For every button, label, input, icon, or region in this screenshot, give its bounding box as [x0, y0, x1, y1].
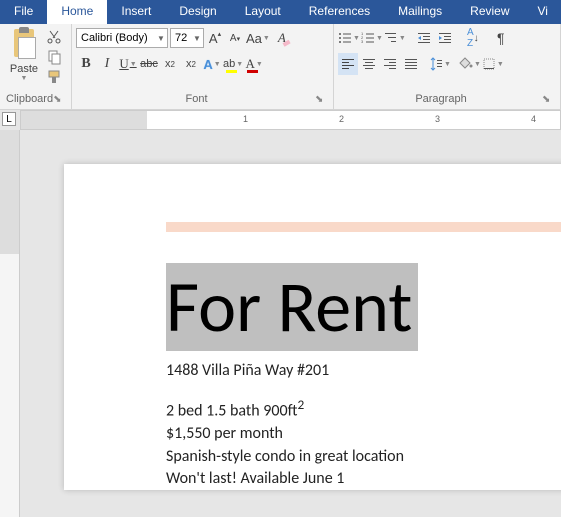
font-group-label: Font: [78, 92, 315, 107]
bold-button[interactable]: B: [76, 53, 96, 75]
tab-design[interactable]: Design: [165, 0, 230, 24]
subscript-button[interactable]: x2: [160, 53, 180, 75]
paragraph-group-label: Paragraph: [340, 92, 542, 107]
ribbon: Paste ▼ Clipboard ⬊ ▼ ▼: [0, 24, 561, 110]
sort-button[interactable]: AZ↓: [463, 27, 483, 49]
group-paragraph: ▼ 123▼ ▼ AZ↓ ¶ ▼ ▼ ▼: [334, 24, 561, 109]
line-spacing-button[interactable]: ▼: [429, 53, 451, 75]
ribbon-tabs: File Home Insert Design Layout Reference…: [0, 0, 561, 24]
tab-file[interactable]: File: [0, 0, 47, 24]
align-right-button[interactable]: [380, 53, 400, 75]
tab-review[interactable]: Review: [456, 0, 523, 24]
grow-font-button[interactable]: A▴: [206, 28, 224, 48]
headline-text[interactable]: For Rent: [166, 263, 418, 351]
chevron-down-icon[interactable]: ▼: [191, 34, 203, 43]
multilevel-list-button[interactable]: ▼: [384, 27, 406, 49]
accent-bar: [166, 222, 561, 232]
ruler-num: 1: [243, 114, 248, 124]
shrink-font-button[interactable]: A▾: [226, 28, 244, 48]
borders-button[interactable]: ▼: [482, 53, 504, 75]
desc-line[interactable]: Spanish-style condo in great location: [166, 446, 561, 468]
paste-button[interactable]: Paste ▼: [4, 27, 44, 82]
specs-sup: 2: [297, 396, 304, 413]
tab-view[interactable]: Vi: [524, 0, 561, 24]
font-launcher[interactable]: ⬊: [315, 94, 327, 106]
ruler-num: 4: [531, 114, 536, 124]
chevron-down-icon[interactable]: ▼: [155, 34, 167, 43]
justify-button[interactable]: [401, 53, 421, 75]
italic-button[interactable]: I: [97, 53, 117, 75]
superscript-button[interactable]: x2: [181, 53, 201, 75]
document-area[interactable]: For Rent 1488 Villa Piña Way #201 2 bed …: [20, 130, 561, 517]
tab-layout[interactable]: Layout: [231, 0, 295, 24]
font-name-combo[interactable]: ▼: [76, 28, 168, 48]
align-center-button[interactable]: [359, 53, 379, 75]
text-effects-button[interactable]: A▼: [202, 53, 222, 75]
font-size-combo[interactable]: ▼: [170, 28, 204, 48]
copy-icon[interactable]: [46, 49, 62, 65]
numbering-button[interactable]: 123▼: [361, 27, 383, 49]
tab-references[interactable]: References: [295, 0, 384, 24]
increase-indent-button[interactable]: [435, 27, 455, 49]
font-size-input[interactable]: [171, 32, 191, 44]
tab-mailings[interactable]: Mailings: [384, 0, 456, 24]
price-line[interactable]: $1,550 per month: [166, 423, 561, 445]
highlight-button[interactable]: ab▼: [223, 53, 243, 75]
tab-type-indicator: L: [2, 112, 16, 126]
underline-button[interactable]: U▼: [118, 53, 138, 75]
workspace: L 1 2 3 4 For Rent 1488 Vi: [0, 110, 561, 517]
format-painter-icon[interactable]: [46, 69, 62, 85]
clear-formatting-button[interactable]: A: [272, 27, 292, 49]
group-font: ▼ ▼ A▴ A▾ Aa▼ A B I U▼ abc x2 x2 A▼ ab▼: [72, 24, 334, 109]
paragraph-launcher[interactable]: ⬊: [542, 94, 554, 106]
vertical-ruler[interactable]: [0, 130, 20, 517]
font-color-button[interactable]: A▼: [244, 53, 264, 75]
font-name-input[interactable]: [77, 32, 155, 44]
tab-insert[interactable]: Insert: [107, 0, 165, 24]
show-marks-button[interactable]: ¶: [491, 27, 511, 49]
ruler-num: 3: [435, 114, 440, 124]
shading-button[interactable]: ▼: [459, 53, 481, 75]
address-line[interactable]: 1488 Villa Piña Way #201: [166, 360, 561, 382]
bullets-button[interactable]: ▼: [338, 27, 360, 49]
clipboard-group-label: Clipboard: [6, 92, 53, 107]
specs-line[interactable]: 2 bed 1.5 bath 900ft2: [166, 396, 561, 423]
paste-icon: [8, 27, 40, 63]
page: For Rent 1488 Villa Piña Way #201 2 bed …: [64, 164, 561, 490]
tab-home[interactable]: Home: [47, 0, 107, 24]
decrease-indent-button[interactable]: [414, 27, 434, 49]
change-case-button[interactable]: Aa▼: [246, 27, 270, 49]
ruler-num: 2: [339, 114, 344, 124]
horizontal-ruler[interactable]: 1 2 3 4: [20, 110, 561, 130]
strikethrough-button[interactable]: abc: [139, 53, 159, 75]
svg-text:3: 3: [361, 39, 364, 44]
specs-pre: 2 bed 1.5 bath 900ft: [166, 402, 297, 421]
tab-selector[interactable]: L: [0, 110, 20, 130]
horizontal-ruler-row: L 1 2 3 4: [0, 110, 561, 130]
avail-line[interactable]: Won't last! Available June 1: [166, 468, 561, 490]
group-clipboard: Paste ▼ Clipboard ⬊: [0, 24, 72, 109]
align-left-button[interactable]: [338, 53, 358, 75]
cut-icon[interactable]: [46, 29, 62, 45]
clipboard-launcher[interactable]: ⬊: [53, 94, 65, 106]
paste-label: Paste: [10, 63, 38, 75]
body-text[interactable]: 1488 Villa Piña Way #201 2 bed 1.5 bath …: [166, 360, 561, 490]
